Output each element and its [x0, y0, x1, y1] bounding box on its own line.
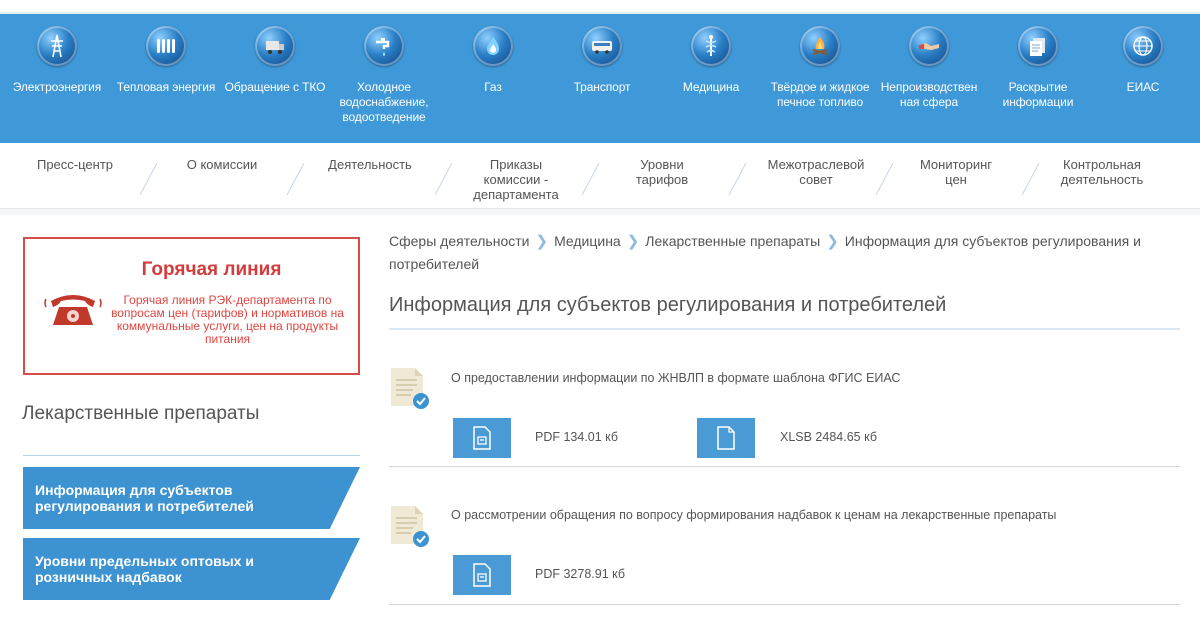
nav-divider — [1021, 162, 1040, 196]
document-title[interactable]: О предоставлении информации по ЖНВЛП в ф… — [451, 371, 900, 385]
chevron-right-icon: ❯ — [626, 233, 640, 250]
file-size-label: PDF 3278.91 кб — [535, 567, 626, 581]
nav-divider — [286, 162, 305, 196]
sector-electricity[interactable]: Электроэнергия — [3, 26, 111, 95]
nav-divider — [139, 162, 158, 196]
sector-waste[interactable]: Обращение с ТКО — [221, 26, 329, 95]
sector-medicine[interactable]: Медицина — [657, 26, 765, 95]
pdf-file-icon — [473, 563, 491, 587]
sector-disclosure[interactable]: Раскрытие информации — [984, 26, 1092, 110]
sector-water[interactable]: Холодное водоснабжение, водоотведение — [330, 26, 438, 125]
document-checked-icon — [391, 506, 429, 547]
power-tower-icon — [37, 26, 77, 66]
phone-icon — [44, 295, 102, 325]
campfire-icon — [800, 26, 840, 66]
sector-label: Раскрытие информации — [1002, 80, 1074, 109]
medical-caduceus-icon — [691, 26, 731, 66]
sector-label: Непроизводствен ная сфера — [880, 80, 978, 109]
sector-label: ЕИАС — [1126, 80, 1160, 94]
nav-intersectoral-council[interactable]: Межотраслевой совет — [761, 157, 871, 187]
hotline-banner[interactable]: Горячая линия Горячая линия РЭК-департам… — [23, 237, 360, 375]
pdf-file-icon — [473, 426, 491, 450]
handshake-icon — [909, 26, 949, 66]
hotline-description: Горячая линия РЭК-департамента по вопрос… — [111, 293, 344, 346]
nav-orders[interactable]: Приказы комиссии - департамента — [466, 157, 566, 202]
chevron-right-icon: ❯ — [535, 233, 549, 250]
sector-label: Холодное водоснабжение, водоотведение — [339, 80, 429, 124]
download-pdf-button[interactable] — [453, 418, 511, 458]
nav-shadow-band — [0, 209, 1200, 215]
nav-control[interactable]: Контрольная деятельность — [1054, 157, 1150, 187]
radiator-icon — [146, 26, 186, 66]
sector-gas[interactable]: Газ — [439, 26, 547, 95]
sector-heat[interactable]: Тепловая энергия — [112, 26, 220, 95]
breadcrumb-link[interactable]: Медицина — [554, 233, 621, 249]
sector-non-production[interactable]: Непроизводствен ная сфера — [875, 26, 983, 110]
blank-file-icon — [717, 426, 735, 450]
sector-label: Газ — [484, 80, 502, 94]
sectors-bar: Электроэнергия Тепловая энергия Обращени… — [0, 12, 1200, 143]
sector-fuel[interactable]: Твёрдое и жидкое печное топливо — [766, 26, 874, 110]
document-divider — [389, 604, 1180, 605]
breadcrumb-link[interactable]: Сферы деятельности — [389, 233, 529, 249]
nav-divider — [581, 162, 600, 196]
nav-about[interactable]: О комиссии — [182, 157, 262, 172]
globe-icon — [1123, 26, 1163, 66]
page-title: Информация для субъектов регулирования и… — [389, 294, 947, 316]
bus-icon — [582, 26, 622, 66]
water-tap-icon — [364, 26, 404, 66]
file-size-label: XLSB 2484.65 кб — [780, 430, 877, 444]
sidebar-divider — [23, 455, 360, 456]
breadcrumb: Сферы деятельности ❯ Медицина ❯ Лекарственны… — [389, 230, 1159, 275]
nav-tariff-levels[interactable]: Уровни тарифов — [622, 157, 702, 187]
document-title[interactable]: О рассмотрении обращения по вопросу форм… — [451, 508, 1056, 522]
sidebar-item-info-for-subjects[interactable]: Информация для субъектов регулирования и… — [23, 467, 360, 529]
sidebar-item-markup-levels[interactable]: Уровни предельных оптовых и розничных на… — [23, 538, 360, 600]
download-pdf-button[interactable] — [453, 555, 511, 595]
documents-icon — [1018, 26, 1058, 66]
secondary-nav: Пресс-центр О комиссии Деятельность Прик… — [0, 143, 1200, 209]
sector-label: Транспорт — [573, 80, 631, 94]
sidebar-title: Лекарственные препараты — [22, 403, 260, 424]
chevron-right-icon: ❯ — [826, 233, 839, 250]
title-divider — [389, 328, 1180, 330]
file-size-label: PDF 134.01 кб — [535, 430, 619, 444]
sector-label: Тепловая энергия — [116, 80, 216, 94]
document-divider — [389, 466, 1180, 467]
nav-price-monitoring[interactable]: Мониторинг цен — [910, 157, 1002, 187]
document-checked-icon — [391, 368, 429, 409]
nav-divider — [728, 162, 747, 196]
garbage-truck-icon — [255, 26, 295, 66]
sector-label: Твёрдое и жидкое печное топливо — [770, 80, 870, 109]
sector-label: Медицина — [682, 80, 740, 94]
nav-activity[interactable]: Деятельность — [322, 157, 418, 172]
sector-label: Электроэнергия — [12, 80, 102, 94]
nav-divider — [875, 162, 894, 196]
hotline-title: Горячая линия — [141, 259, 282, 280]
nav-divider — [434, 162, 453, 196]
sector-transport[interactable]: Транспорт — [548, 26, 656, 95]
breadcrumb-link[interactable]: Лекарственные препараты — [645, 233, 820, 249]
sector-eias[interactable]: ЕИАС — [1089, 26, 1197, 95]
nav-press-center[interactable]: Пресс-центр — [34, 157, 116, 172]
sector-label: Обращение с ТКО — [224, 80, 326, 94]
download-xlsb-button[interactable] — [697, 418, 755, 458]
gas-flame-icon — [473, 26, 513, 66]
